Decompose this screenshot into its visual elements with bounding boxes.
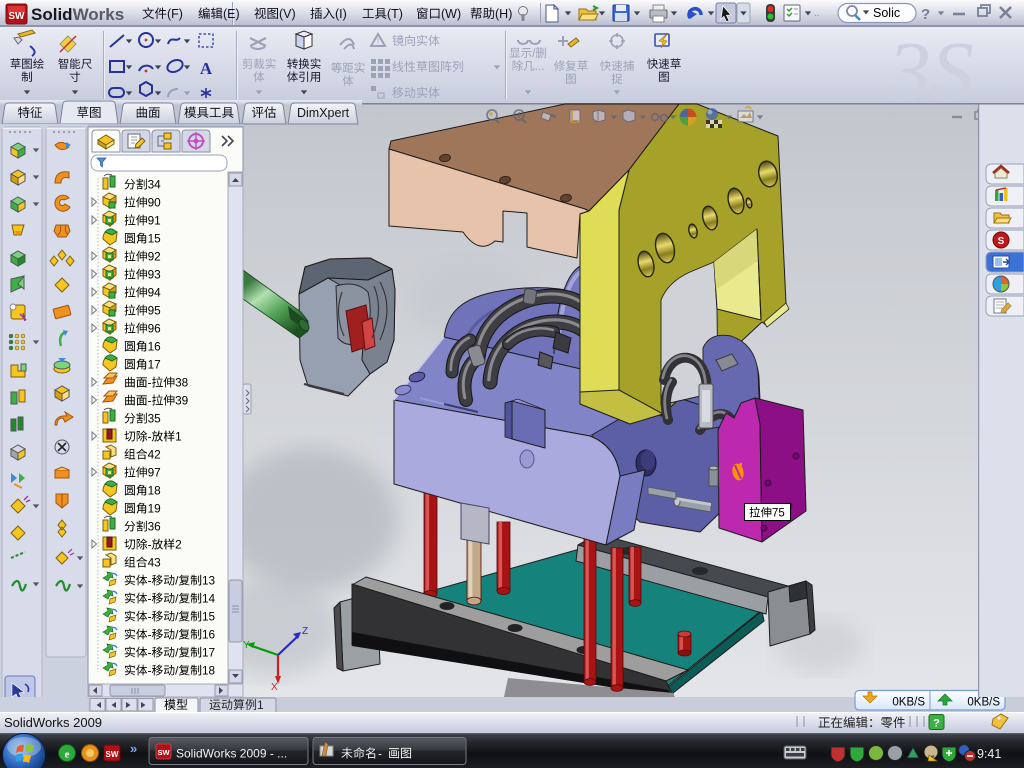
svg-text:1: 1	[257, 698, 264, 712]
svg-text:Y: Y	[243, 640, 250, 651]
svg-text:e: e	[65, 749, 70, 761]
svg-text:-: -	[148, 646, 152, 660]
svg-text:(H): (H)	[495, 7, 512, 21]
svg-text:75: 75	[772, 508, 785, 520]
svg-text:16: 16	[148, 340, 162, 354]
svg-text:SolidWorks 2009 - ...: SolidWorks 2009 - ...	[176, 747, 287, 761]
svg-text:36: 36	[148, 520, 162, 534]
svg-text:(I): (I)	[335, 7, 347, 21]
svg-text:-: -	[148, 376, 152, 390]
svg-text:13: 13	[202, 574, 216, 588]
svg-text:SW: SW	[106, 750, 119, 759]
svg-text:15: 15	[148, 232, 162, 246]
svg-text:(T): (T)	[387, 7, 403, 21]
svg-text:(F): (F)	[167, 7, 183, 21]
svg-text:19: 19	[148, 502, 161, 516]
svg-text:16: 16	[202, 628, 216, 642]
svg-text:94: 94	[148, 286, 162, 300]
svg-text:...: ...	[535, 61, 545, 73]
svg-text:39: 39	[175, 394, 188, 408]
svg-text:-: -	[148, 628, 152, 642]
svg-text:Z: Z	[302, 626, 308, 637]
svg-text:-: -	[148, 610, 152, 624]
svg-text:93: 93	[148, 268, 162, 282]
svg-text:SolidWorks 2009: SolidWorks 2009	[4, 715, 102, 730]
svg-text:»: »	[130, 741, 137, 756]
svg-text:2: 2	[175, 538, 182, 552]
svg-text:34: 34	[148, 178, 162, 192]
svg-text:18: 18	[202, 664, 216, 678]
svg-text:9:41: 9:41	[977, 747, 1001, 761]
svg-text:90: 90	[148, 196, 162, 210]
svg-text:14: 14	[202, 592, 216, 606]
svg-text:(W): (W)	[441, 7, 461, 21]
svg-text:-: -	[148, 430, 152, 444]
svg-text:DimXpert: DimXpert	[297, 106, 350, 120]
svg-text:-: -	[148, 664, 152, 678]
svg-text:(V): (V)	[279, 7, 296, 21]
svg-text:?: ?	[921, 6, 930, 23]
svg-text:-: -	[148, 574, 152, 588]
svg-text:-: -	[148, 592, 152, 606]
svg-text:96: 96	[148, 322, 162, 336]
svg-text:18: 18	[148, 484, 162, 498]
svg-text:38: 38	[175, 376, 189, 390]
svg-text:17: 17	[148, 358, 161, 372]
svg-text:35: 35	[148, 412, 162, 426]
svg-text:..: ..	[814, 8, 820, 19]
svg-text:SolidWorks: SolidWorks	[31, 5, 124, 24]
svg-text:0KB/S: 0KB/S	[967, 697, 1000, 709]
svg-text:42: 42	[148, 448, 161, 462]
svg-text:S: S	[998, 236, 1005, 247]
svg-text:0KB/S: 0KB/S	[892, 697, 925, 709]
svg-text:-: -	[378, 747, 382, 761]
svg-text:92: 92	[148, 250, 161, 264]
svg-text:95: 95	[148, 304, 162, 318]
svg-text:43: 43	[148, 556, 162, 570]
svg-text:-: -	[148, 394, 152, 408]
svg-text:SW: SW	[8, 11, 25, 22]
svg-text:97: 97	[148, 466, 161, 480]
svg-text:15: 15	[202, 610, 216, 624]
svg-text:A: A	[200, 59, 213, 78]
svg-text:?: ?	[933, 718, 940, 730]
svg-text:SW: SW	[157, 748, 170, 757]
svg-text:Solic: Solic	[873, 6, 900, 20]
svg-text:X: X	[271, 682, 278, 693]
svg-text:-: -	[148, 538, 152, 552]
svg-text:91: 91	[148, 214, 161, 228]
svg-text:!: !	[377, 37, 379, 46]
svg-text:1: 1	[175, 430, 182, 444]
svg-text:17: 17	[202, 646, 215, 660]
svg-text:(E): (E)	[223, 7, 240, 21]
